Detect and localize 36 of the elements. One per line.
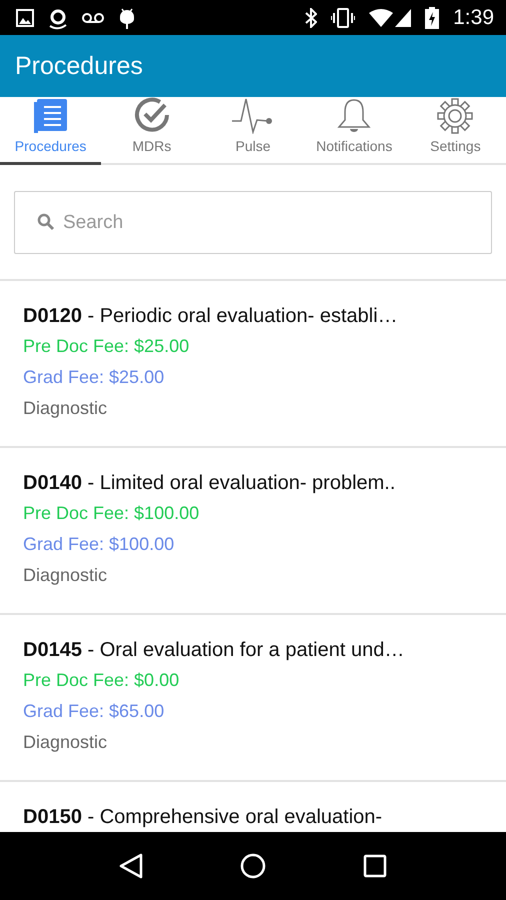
- grad-fee: Grad Fee: $25.00: [23, 366, 166, 389]
- procedure-category: Diagnostic: [23, 564, 108, 587]
- back-button[interactable]: [118, 853, 143, 879]
- search-icon: [37, 213, 55, 231]
- procedure-category: Diagnostic: [23, 731, 108, 754]
- vibrate-icon: [331, 8, 356, 28]
- procedure-category: Diagnostic: [23, 397, 108, 420]
- tab[interactable]: Settings: [404, 97, 506, 165]
- search-field[interactable]: Search: [14, 191, 492, 254]
- procedure-title: D0140 - Limited oral evaluation- problem..: [23, 471, 396, 496]
- pre-doc-fee: Pre Doc Fee: $0.00: [23, 669, 180, 692]
- procedure-title: D0145 - Oral evaluation for a patient und…: [23, 638, 406, 663]
- tab[interactable]: Procedures: [0, 97, 102, 165]
- grad-fee: Grad Fee: $65.00: [23, 700, 166, 723]
- clock-time: 1:39: [453, 6, 494, 30]
- pulse-icon: [232, 98, 274, 134]
- bluetooth-icon: [305, 8, 318, 28]
- robot-icon: [118, 6, 136, 28]
- pre-doc-fee: Pre Doc Fee: $100.00: [23, 502, 200, 525]
- procedure-title: D0120 - Periodic oral evaluation- establi…: [23, 304, 399, 329]
- home-button[interactable]: [240, 853, 266, 879]
- tab[interactable]: Notifications: [304, 97, 405, 165]
- signal-icon: [395, 8, 412, 26]
- recents-button[interactable]: [363, 854, 388, 878]
- app-title: Procedures: [15, 52, 143, 80]
- procedure-title: D0150 - Comprehensive oral evaluation-: [23, 805, 384, 830]
- battery-icon: [425, 6, 440, 28]
- image-icon: [16, 8, 34, 26]
- voicemail-icon: [82, 12, 104, 24]
- tab[interactable]: MDRs: [101, 97, 202, 165]
- check-circle-icon: [132, 96, 171, 134]
- wifi-icon: [369, 8, 394, 26]
- pre-doc-fee: Pre Doc Fee: $25.00: [23, 335, 190, 358]
- tab[interactable]: Pulse: [202, 97, 304, 165]
- grad-fee: Grad Fee: $100.00: [23, 533, 176, 556]
- bell-icon: [337, 98, 372, 134]
